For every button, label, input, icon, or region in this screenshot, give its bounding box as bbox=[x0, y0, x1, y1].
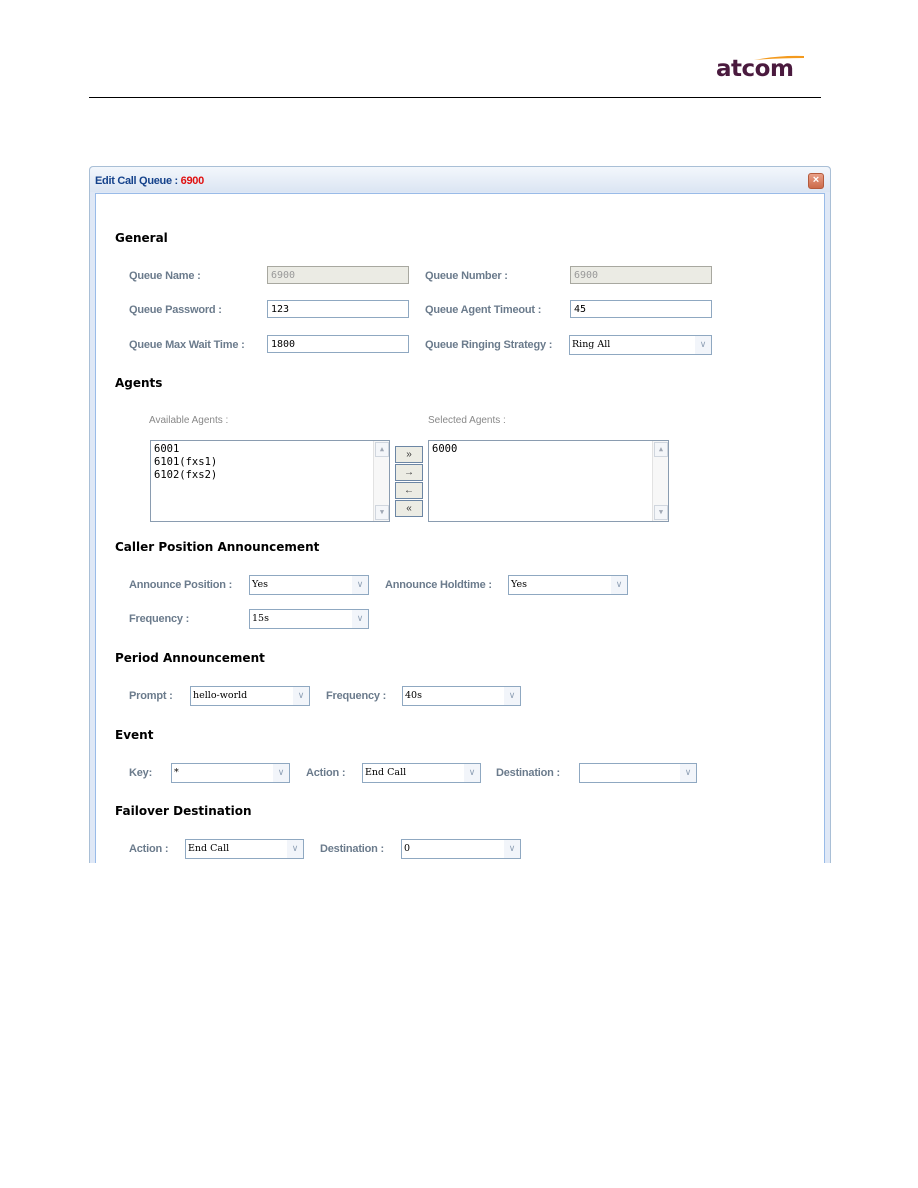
announce-holdtime-value: Yes bbox=[511, 579, 527, 590]
failover-destination-select[interactable]: 0 ∨ bbox=[401, 839, 521, 859]
atcom-logo: atcom bbox=[716, 56, 794, 82]
period-frequency-label: Frequency : bbox=[326, 690, 387, 702]
max-wait-time-field[interactable]: 1800 bbox=[267, 335, 409, 353]
agent-timeout-field[interactable]: 45 bbox=[570, 300, 712, 318]
section-event-heading: Event bbox=[115, 728, 154, 742]
list-item[interactable]: 6101(fxs1) bbox=[154, 456, 386, 469]
add-agent-button[interactable]: → bbox=[395, 464, 423, 481]
announce-holdtime-select[interactable]: Yes ∨ bbox=[508, 575, 628, 595]
event-action-value: End Call bbox=[365, 767, 407, 778]
period-frequency-value: 40s bbox=[405, 690, 422, 701]
title-queue-number: 6900 bbox=[180, 175, 205, 187]
chevron-down-icon: ∨ bbox=[611, 576, 627, 594]
section-general-heading: General bbox=[115, 231, 168, 245]
caller-frequency-select[interactable]: 15s ∨ bbox=[249, 609, 369, 629]
section-caller-position-heading: Caller Position Announcement bbox=[115, 540, 320, 554]
chevron-down-icon: ∨ bbox=[287, 840, 303, 858]
queue-password-field[interactable]: 123 bbox=[267, 300, 409, 318]
selected-agents-label: Selected Agents : bbox=[428, 415, 506, 426]
event-key-label: Key: bbox=[129, 767, 153, 779]
scroll-up-icon[interactable]: ▲ bbox=[375, 442, 389, 457]
close-icon[interactable]: × bbox=[808, 173, 824, 189]
chevron-down-icon: ∨ bbox=[695, 336, 711, 354]
remove-all-agents-button[interactable]: « bbox=[395, 500, 423, 517]
announce-holdtime-label: Announce Holdtime : bbox=[385, 579, 492, 591]
section-period-heading: Period Announcement bbox=[115, 651, 265, 665]
chevron-down-icon: ∨ bbox=[352, 610, 368, 628]
queue-number-label: Queue Number : bbox=[425, 270, 508, 282]
list-item[interactable]: 6102(fxs2) bbox=[154, 469, 386, 482]
scroll-down-icon[interactable]: ▼ bbox=[375, 505, 389, 520]
prompt-select[interactable]: hello-world ∨ bbox=[190, 686, 310, 706]
remove-agent-button[interactable]: ← bbox=[395, 482, 423, 499]
chevron-down-icon: ∨ bbox=[273, 764, 289, 782]
event-destination-select[interactable]: ∨ bbox=[579, 763, 697, 783]
title-prefix: Edit Call Queue : bbox=[95, 175, 181, 187]
prompt-label: Prompt : bbox=[129, 690, 173, 702]
chevron-down-icon: ∨ bbox=[680, 764, 696, 782]
dialog-title: Edit Call Queue : 6900 bbox=[95, 175, 204, 187]
queue-name-field: 6900 bbox=[267, 266, 409, 284]
failover-action-select[interactable]: End Call ∨ bbox=[185, 839, 304, 859]
caller-frequency-value: 15s bbox=[252, 613, 269, 624]
period-frequency-select[interactable]: 40s ∨ bbox=[402, 686, 521, 706]
queue-name-label: Queue Name : bbox=[129, 270, 201, 282]
event-key-value: * bbox=[174, 767, 179, 778]
failover-destination-label: Destination : bbox=[320, 843, 385, 855]
header-divider bbox=[89, 97, 821, 98]
dialog-titlebar[interactable]: Edit Call Queue : 6900 × bbox=[90, 167, 830, 192]
section-agents-heading: Agents bbox=[115, 376, 163, 390]
list-item[interactable]: 6000 bbox=[432, 443, 665, 456]
failover-action-value: End Call bbox=[188, 843, 230, 854]
chevron-down-icon: ∨ bbox=[504, 687, 520, 705]
prompt-value: hello-world bbox=[193, 690, 248, 701]
ringing-strategy-value: Ring All bbox=[572, 339, 611, 350]
announce-position-label: Announce Position : bbox=[129, 579, 233, 591]
scrollbar[interactable]: ▲ ▼ bbox=[373, 441, 389, 521]
queue-password-label: Queue Password : bbox=[129, 304, 222, 316]
agent-timeout-label: Queue Agent Timeout : bbox=[425, 304, 542, 316]
available-agents-label: Available Agents : bbox=[149, 415, 229, 426]
add-all-agents-button[interactable]: » bbox=[395, 446, 423, 463]
available-agents-list[interactable]: 6001 6101(fxs1) 6102(fxs2) ▲ ▼ bbox=[150, 440, 390, 522]
event-action-label: Action : bbox=[306, 767, 346, 779]
ringing-strategy-select[interactable]: Ring All ∨ bbox=[569, 335, 712, 355]
event-action-select[interactable]: End Call ∨ bbox=[362, 763, 481, 783]
announce-position-value: Yes bbox=[252, 579, 268, 590]
caller-frequency-label: Frequency : bbox=[129, 613, 190, 625]
chevron-down-icon: ∨ bbox=[464, 764, 480, 782]
failover-action-label: Action : bbox=[129, 843, 169, 855]
section-failover-heading: Failover Destination bbox=[115, 804, 252, 818]
chevron-down-icon: ∨ bbox=[293, 687, 309, 705]
scroll-up-icon[interactable]: ▲ bbox=[654, 442, 668, 457]
event-destination-label: Destination : bbox=[496, 767, 561, 779]
announce-position-select[interactable]: Yes ∨ bbox=[249, 575, 369, 595]
max-wait-time-label: Queue Max Wait Time : bbox=[129, 339, 245, 351]
chevron-down-icon: ∨ bbox=[504, 840, 520, 858]
selected-agents-list[interactable]: 6000 ▲ ▼ bbox=[428, 440, 669, 522]
event-key-select[interactable]: * ∨ bbox=[171, 763, 290, 783]
list-item[interactable]: 6001 bbox=[154, 443, 386, 456]
queue-number-field: 6900 bbox=[570, 266, 712, 284]
scroll-down-icon[interactable]: ▼ bbox=[654, 505, 668, 520]
page-blank-area bbox=[0, 863, 918, 1188]
scrollbar[interactable]: ▲ ▼ bbox=[652, 441, 668, 521]
failover-destination-value: 0 bbox=[404, 843, 411, 854]
ringing-strategy-label: Queue Ringing Strategy : bbox=[425, 339, 553, 351]
chevron-down-icon: ∨ bbox=[352, 576, 368, 594]
